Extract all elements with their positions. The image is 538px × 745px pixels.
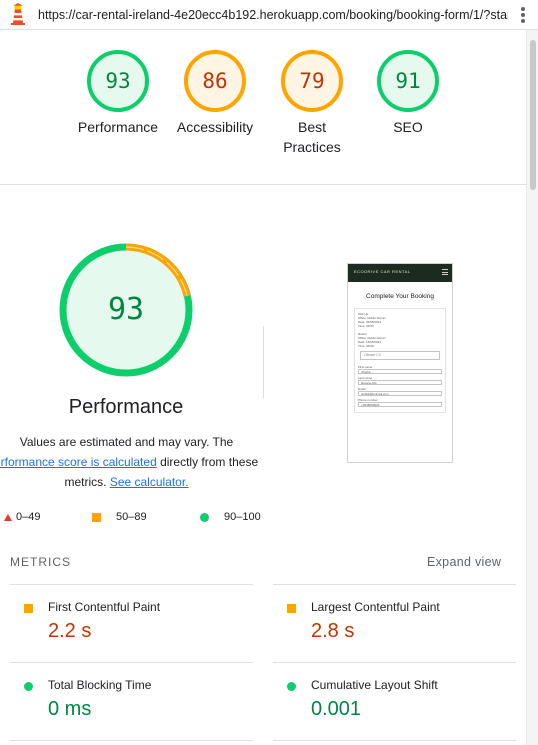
metric-cumulative-layout-shift: Cumulative Layout Shift 0.001 <box>287 678 527 728</box>
estimate-line-1: Values are estimated and may vary. The <box>19 435 234 449</box>
scrollbar[interactable] <box>526 30 538 745</box>
gauge-accessibility[interactable]: 86 Accessibility <box>165 48 265 137</box>
metric-name: Largest Contentful Paint <box>311 600 440 614</box>
thumbnail-title: Complete Your Booking <box>366 293 434 300</box>
estimate-line-3: metrics. <box>64 475 110 489</box>
gauge-performance[interactable]: 93 Performance <box>68 48 168 137</box>
pass-circle-icon <box>24 682 33 691</box>
main-gauge-score: 93 <box>108 292 144 327</box>
gauge-best-practices[interactable]: 79 Best Practices <box>262 48 362 157</box>
pass-circle-icon <box>287 682 296 691</box>
expand-view-toggle[interactable]: Expand view <box>427 555 501 569</box>
performance-main-gauge: 93 <box>59 243 193 377</box>
metric-total-blocking-time: Total Blocking Time 0 ms <box>24 678 264 728</box>
average-square-icon <box>287 604 296 613</box>
gauge-label-accessibility: Accessibility <box>176 119 254 135</box>
average-square-icon <box>92 513 101 522</box>
legend-average-range: 50–89 <box>116 511 147 523</box>
svg-text:93: 93 <box>105 69 130 93</box>
metric-value: 0 ms <box>48 698 92 720</box>
metric-divider <box>10 584 253 585</box>
legend-pass-range: 90–100 <box>224 511 261 523</box>
gauge-seo-ring: 91 <box>377 50 439 112</box>
fail-triangle-icon <box>4 514 12 521</box>
svg-text:91: 91 <box>395 69 420 93</box>
thumb-last-name-field: Rosario-Mo <box>358 380 442 385</box>
performance-score-link[interactable]: erformance score is calculated <box>0 455 157 469</box>
metric-name: Total Blocking Time <box>48 678 152 692</box>
vertical-divider <box>263 326 264 398</box>
legend-fail-range: 0–49 <box>16 511 41 523</box>
average-square-icon <box>24 604 33 613</box>
page-screenshot-thumbnail[interactable]: ECODRIVE CAR RENTAL Complete Your Bookin… <box>347 263 453 463</box>
hamburger-icon <box>442 269 448 275</box>
gauge-best-practices-ring: 79 <box>281 50 343 112</box>
metric-divider <box>273 584 516 585</box>
gauge-accessibility-ring: 86 <box>184 50 246 112</box>
gauge-seo[interactable]: 91 SEO <box>358 48 458 137</box>
svg-text:79: 79 <box>299 69 324 93</box>
metric-value: 2.8 s <box>311 620 355 642</box>
see-calculator-link[interactable]: See calculator. <box>110 475 189 489</box>
metric-divider <box>273 662 516 663</box>
gauge-label-seo: SEO <box>393 119 423 135</box>
metric-largest-contentful-paint: Largest Contentful Paint 2.8 s <box>287 600 527 650</box>
thumb-first-name-field: Charlie <box>358 369 442 374</box>
metric-divider <box>273 740 516 741</box>
thumbnail-logo: ECODRIVE CAR RENTAL <box>354 269 411 274</box>
address-bar: https://car-rental-ireland-4e20ecc4b192.… <box>0 0 538 30</box>
metrics-heading: METRICS <box>10 555 71 569</box>
thumb-phone-field: +3538000001 <box>358 402 442 407</box>
thumb-email-field: cfrdb2@hotmail.com <box>358 391 442 396</box>
estimate-note: Values are estimated and may vary. The e… <box>0 432 258 492</box>
url-text[interactable]: https://car-rental-ireland-4e20ecc4b192.… <box>38 8 508 22</box>
thumb-return-time: Time: 09:00 <box>358 344 374 348</box>
metric-name: Cumulative Layout Shift <box>311 678 438 692</box>
gauge-label-performance: Performance <box>77 119 159 135</box>
section-divider <box>0 184 526 185</box>
pass-circle-icon <box>200 513 209 522</box>
metric-value: 0.001 <box>311 698 362 720</box>
lighthouse-icon <box>11 3 25 25</box>
metric-value: 2.2 s <box>48 620 92 642</box>
scrollbar-thumb[interactable] <box>530 40 536 190</box>
metric-first-contentful-paint: First Contentful Paint 2.2 s <box>24 600 264 650</box>
thumb-pickup-time: Time: 09:00 <box>358 324 374 328</box>
more-options-icon[interactable] <box>518 6 528 24</box>
metric-divider <box>10 740 253 741</box>
gauge-performance-ring: 93 <box>87 50 149 112</box>
metric-name: First Contentful Paint <box>48 600 161 614</box>
gauge-label-best-practices: Best Practices <box>283 119 341 155</box>
thumbnail-navbar: ECODRIVE CAR RENTAL <box>348 264 452 282</box>
svg-text:86: 86 <box>202 69 227 93</box>
metric-divider <box>10 662 253 663</box>
performance-title: Performance <box>68 396 184 418</box>
thumbnail-form: Pick Up Office: Dublin Airport Date: 05/… <box>354 308 446 413</box>
thumb-car-select: Citroen C3 <box>360 351 440 360</box>
estimate-line-2: directly from these <box>156 455 259 469</box>
